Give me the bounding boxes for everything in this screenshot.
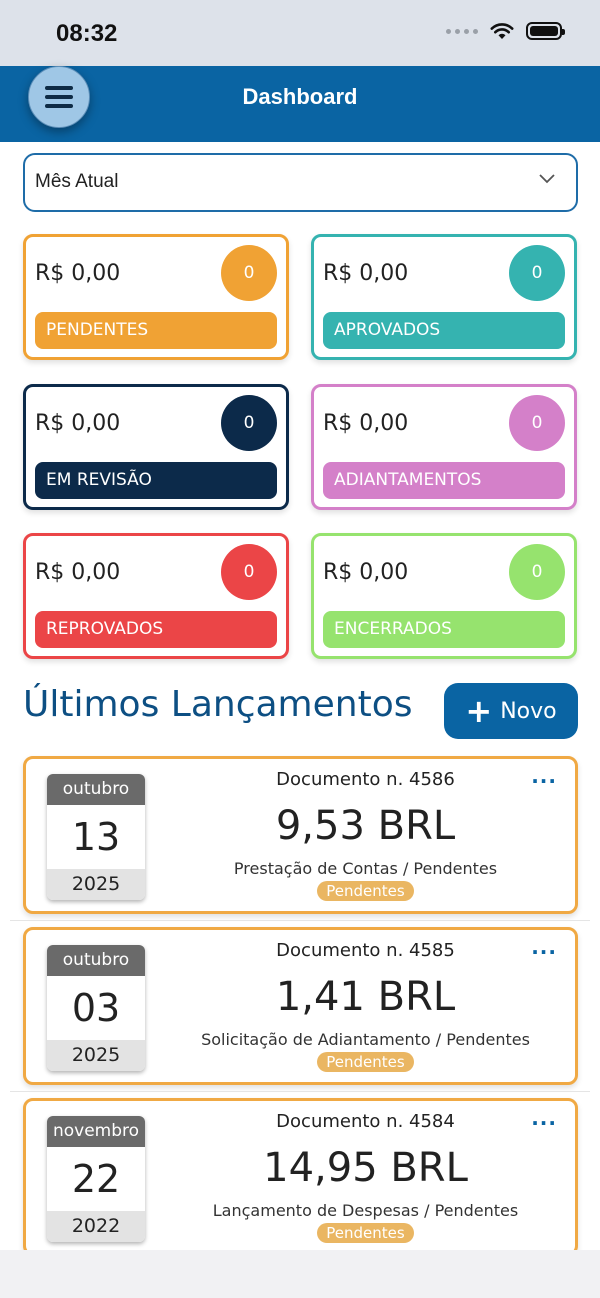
- card-count-badge: 0: [221, 245, 277, 301]
- signal-dots-icon: [446, 28, 478, 34]
- summary-card-em-revisao[interactable]: R$ 0,00 0 EM REVISÃO: [23, 384, 289, 510]
- card-count-badge: 0: [221, 395, 277, 451]
- document-number: Documento n. 4585: [276, 940, 455, 961]
- date-day: 03: [71, 986, 121, 1030]
- summary-card-aprovados[interactable]: R$ 0,00 0 APROVADOS: [311, 234, 577, 360]
- plus-icon: +: [465, 692, 493, 730]
- new-entry-button[interactable]: + Novo: [444, 683, 578, 739]
- card-label: ENCERRADOS: [323, 611, 565, 648]
- card-amount: R$ 0,00: [323, 411, 409, 436]
- card-label: EM REVISÃO: [35, 462, 277, 499]
- date-calendar: outubro 03 2025: [47, 945, 145, 1071]
- wifi-icon: [490, 23, 514, 39]
- divider: [10, 920, 590, 921]
- chevron-down-icon: [539, 174, 555, 184]
- date-month: outubro: [47, 945, 145, 976]
- card-label: APROVADOS: [323, 312, 565, 349]
- list-item[interactable]: novembro 22 2022 Documento n. 4584 14,95…: [23, 1098, 578, 1250]
- status-badge: Pendentes: [317, 1052, 414, 1072]
- date-year: 2025: [47, 869, 145, 900]
- more-horizontal-icon[interactable]: ···: [531, 769, 557, 793]
- entry-value: 9,53 BRL: [275, 803, 456, 849]
- summary-card-reprovados[interactable]: R$ 0,00 0 REPROVADOS: [23, 533, 289, 659]
- status-badge: Pendentes: [317, 881, 414, 901]
- entry-value: 1,41 BRL: [275, 974, 456, 1020]
- list-item[interactable]: outubro 03 2025 Documento n. 4585 1,41 B…: [23, 927, 578, 1085]
- status-badge-wrap: Pendentes: [156, 1052, 575, 1072]
- summary-card-encerrados[interactable]: R$ 0,00 0 ENCERRADOS: [311, 533, 577, 659]
- app-header: Dashboard: [0, 66, 600, 142]
- card-count-badge: 0: [509, 245, 565, 301]
- date-month: novembro: [47, 1116, 145, 1147]
- entry-description: Lançamento de Despesas / Pendentes: [212, 1201, 519, 1220]
- status-badge-wrap: Pendentes: [156, 1223, 575, 1243]
- period-select[interactable]: Mês Atual: [23, 153, 578, 212]
- card-amount: R$ 0,00: [323, 560, 409, 585]
- page-title: Dashboard: [242, 84, 358, 109]
- more-horizontal-icon[interactable]: ···: [531, 1111, 557, 1135]
- status-icons: [446, 22, 565, 40]
- new-entry-button-label: Novo: [500, 698, 557, 724]
- more-horizontal-icon[interactable]: ···: [531, 940, 557, 964]
- date-day: 22: [71, 1157, 121, 1201]
- date-year: 2025: [47, 1040, 145, 1071]
- card-count-badge: 0: [509, 395, 565, 451]
- summary-card-pendentes[interactable]: R$ 0,00 0 PENDENTES: [23, 234, 289, 360]
- card-amount: R$ 0,00: [35, 411, 121, 436]
- entry-description: Prestação de Contas / Pendentes: [233, 859, 498, 878]
- document-number: Documento n. 4584: [276, 1111, 455, 1132]
- status-badge: Pendentes: [317, 1223, 414, 1243]
- card-label: PENDENTES: [35, 312, 277, 349]
- section-title: Últimos Lançamentos: [23, 684, 413, 725]
- card-amount: R$ 0,00: [35, 261, 121, 286]
- card-amount: R$ 0,00: [323, 261, 409, 286]
- card-label: REPROVADOS: [35, 611, 277, 648]
- date-calendar: outubro 13 2025: [47, 774, 145, 900]
- divider: [10, 1091, 590, 1092]
- card-count-badge: 0: [221, 544, 277, 600]
- date-month: outubro: [47, 774, 145, 805]
- entry-description: Solicitação de Adiantamento / Pendentes: [201, 1030, 530, 1049]
- card-count-badge: 0: [509, 544, 565, 600]
- summary-card-adiantamentos[interactable]: R$ 0,00 0 ADIANTAMENTOS: [311, 384, 577, 510]
- status-time: 08:32: [56, 20, 118, 47]
- app-screen: 08:32 Dashboard Mês Atual R$ 0,00 0 PEND…: [0, 0, 600, 1250]
- document-number: Documento n. 4586: [276, 769, 455, 790]
- date-calendar: novembro 22 2022: [47, 1116, 145, 1242]
- status-badge-wrap: Pendentes: [156, 881, 575, 901]
- list-item[interactable]: outubro 13 2025 Documento n. 4586 9,53 B…: [23, 756, 578, 914]
- card-amount: R$ 0,00: [35, 560, 121, 585]
- date-day: 13: [71, 815, 121, 859]
- period-select-value: Mês Atual: [35, 171, 119, 192]
- battery-icon: [526, 22, 565, 40]
- status-bar: 08:32: [0, 0, 600, 66]
- entry-value: 14,95 BRL: [263, 1145, 468, 1191]
- date-year: 2022: [47, 1211, 145, 1242]
- card-label: ADIANTAMENTOS: [323, 462, 565, 499]
